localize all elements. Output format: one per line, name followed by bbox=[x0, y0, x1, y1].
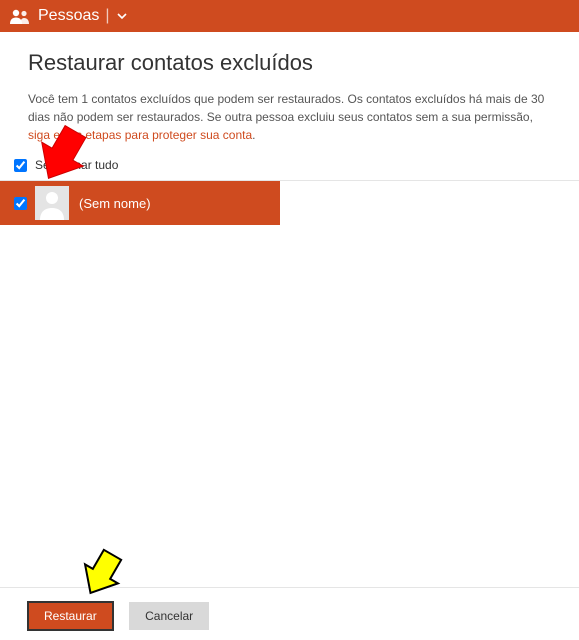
contact-row[interactable]: (Sem nome) bbox=[0, 181, 280, 225]
footer-toolbar: Restaurar Cancelar bbox=[0, 587, 579, 630]
contact-checkbox[interactable] bbox=[14, 197, 27, 210]
restore-button[interactable]: Restaurar bbox=[28, 602, 113, 630]
page-title: Restaurar contatos excluídos bbox=[28, 50, 551, 76]
contact-name: (Sem nome) bbox=[79, 196, 151, 211]
main-content: Restaurar contatos excluídos Você tem 1 … bbox=[0, 32, 579, 144]
description-text: Você tem 1 contatos excluídos que podem … bbox=[28, 90, 551, 144]
people-icon bbox=[10, 8, 30, 24]
select-all-checkbox[interactable] bbox=[14, 159, 27, 172]
description-pre: Você tem 1 contatos excluídos que podem … bbox=[28, 92, 544, 124]
select-all-row: Selecionar tudo bbox=[0, 144, 579, 181]
select-all-label: Selecionar tudo bbox=[35, 158, 118, 172]
chevron-down-icon[interactable] bbox=[116, 10, 128, 22]
app-header: Pessoas | bbox=[0, 0, 579, 32]
description-post: . bbox=[252, 128, 255, 142]
cancel-button[interactable]: Cancelar bbox=[129, 602, 209, 630]
protect-account-link[interactable]: siga estas etapas para proteger sua cont… bbox=[28, 128, 252, 142]
avatar bbox=[35, 186, 69, 220]
header-title: Pessoas bbox=[38, 7, 99, 25]
header-separator: | bbox=[105, 7, 109, 25]
